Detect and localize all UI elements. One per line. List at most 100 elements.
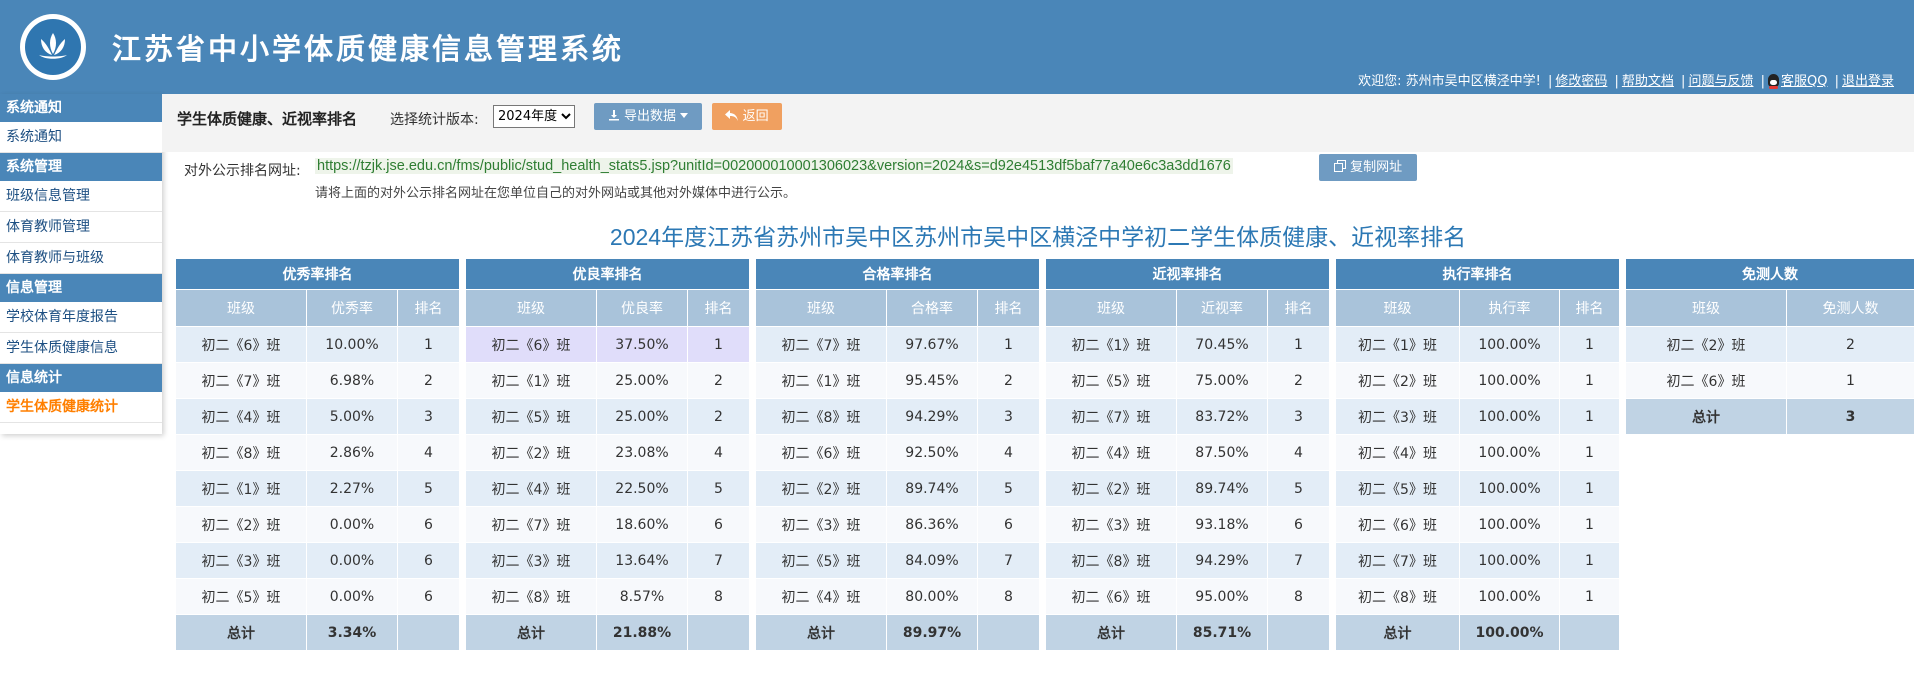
total-empty: [976, 614, 1041, 651]
total-row: 总计 85.71%: [1045, 614, 1331, 651]
table-row: 初二《8》班 8.57% 8: [465, 578, 751, 615]
total-empty: [1266, 614, 1331, 651]
class-cell: 初二《4》班: [175, 398, 307, 435]
total-label: 总计: [1335, 614, 1460, 651]
class-cell: 初二《4》班: [755, 578, 887, 615]
class-cell: 初二《1》班: [755, 362, 887, 399]
rank-cell: 6: [396, 506, 461, 543]
user-bar: 欢迎您: 苏州市吴中区横泾中学! | 修改密码 | 帮助文档 | 问题与反馈 | 客服Q…: [1358, 74, 1894, 89]
table-row: 初二《6》班 10.00% 1: [175, 326, 461, 363]
class-cell: 初二《8》班: [755, 398, 887, 435]
table-row: 初二《7》班 97.67% 1: [755, 326, 1041, 363]
column-header: 班级: [1335, 289, 1460, 327]
table-row: 初二《1》班 25.00% 2: [465, 362, 751, 399]
sidebar-group-system[interactable]: 系统管理: [0, 153, 162, 181]
lotus-logo-icon: [39, 33, 67, 59]
table-row: 初二《3》班 86.36% 6: [755, 506, 1041, 543]
change-password-link[interactable]: 修改密码: [1555, 74, 1607, 89]
rank-cell: 3: [396, 398, 461, 435]
logo: [20, 14, 86, 80]
table-row: 初二《3》班 100.00% 1: [1335, 398, 1621, 435]
rate-cell: 100.00%: [1459, 542, 1560, 579]
sidebar-group-info[interactable]: 信息管理: [0, 274, 162, 302]
logout-link[interactable]: 退出登录: [1842, 74, 1894, 89]
sidebar-item-class-info[interactable]: 班级信息管理: [0, 181, 162, 212]
copy-url-button[interactable]: 复制网址: [1319, 154, 1417, 181]
class-cell: 初二《7》班: [175, 362, 307, 399]
total-empty: [686, 614, 751, 651]
rank-cell: 5: [976, 470, 1041, 507]
qq-penguin-icon[interactable]: [1767, 74, 1779, 89]
table-caption: 优秀率排名: [174, 258, 461, 290]
total-value: 3: [1786, 398, 1914, 435]
column-header: 优秀率: [306, 289, 398, 327]
help-docs-link[interactable]: 帮助文档: [1622, 74, 1674, 89]
back-label: 返回: [742, 109, 769, 124]
column-header: 班级: [1045, 289, 1177, 327]
exempt-count-table: 免测人数 班级 免测人数 初二《2》班 2 初二《6》班 1 总计 3: [1625, 258, 1914, 435]
table-row: 初二《1》班 70.45% 1: [1045, 326, 1331, 363]
back-button[interactable]: 返回: [712, 103, 782, 130]
class-cell: 初二《2》班: [175, 506, 307, 543]
total-row: 总计 100.00%: [1335, 614, 1621, 651]
rate-cell: 37.50%: [596, 326, 688, 363]
sidebar-item-annual-report[interactable]: 学校体育年度报告: [0, 302, 162, 333]
rank-cell: 5: [686, 470, 751, 507]
rank-cell: 1: [1558, 470, 1621, 507]
myopia-rate-table: 近视率排名 班级 近视率 排名 初二《1》班 70.45% 1 初二《5》班 75.0…: [1044, 258, 1331, 651]
rate-cell: 97.67%: [886, 326, 978, 363]
rate-cell: 86.36%: [886, 506, 978, 543]
total-label: 总计: [1625, 398, 1787, 435]
rank-cell: 2: [686, 398, 751, 435]
class-cell: 初二《5》班: [1335, 470, 1460, 507]
table-row: 初二《2》班 100.00% 1: [1335, 362, 1621, 399]
rank-cell: 2: [396, 362, 461, 399]
good-rate-table: 优良率排名 班级 优良率 排名 初二《6》班 37.50% 1 初二《1》班 25.0…: [464, 258, 751, 651]
rate-cell: 0.00%: [306, 542, 398, 579]
total-empty: [396, 614, 461, 651]
feedback-link[interactable]: 问题与反馈: [1688, 74, 1753, 89]
class-cell: 初二《3》班: [1045, 506, 1177, 543]
download-icon: [608, 110, 619, 121]
sidebar-group-stats[interactable]: 信息统计: [0, 364, 162, 392]
rank-cell: 7: [686, 542, 751, 579]
toolbar: 学生体质健康、近视率排名 选择统计版本: 2024年度 导出数据 返回: [162, 94, 1914, 152]
table-row-highlighted[interactable]: 初二《6》班 37.50% 1: [465, 326, 751, 363]
support-qq-link[interactable]: 客服QQ: [1781, 74, 1827, 89]
column-header: 排名: [686, 289, 751, 327]
sidebar-item-health-info[interactable]: 学生体质健康信息: [0, 333, 162, 364]
sidebar-item-teacher-class[interactable]: 体育教师与班级: [0, 243, 162, 274]
count-cell: 1: [1786, 362, 1914, 399]
rate-cell: 13.64%: [596, 542, 688, 579]
column-header: 近视率: [1176, 289, 1268, 327]
rate-cell: 83.72%: [1176, 398, 1268, 435]
rate-cell: 6.98%: [306, 362, 398, 399]
table-row: 初二《2》班 0.00% 6: [175, 506, 461, 543]
rate-cell: 89.74%: [886, 470, 978, 507]
sidebar-item-health-stats[interactable]: 学生体质健康统计: [0, 392, 162, 423]
column-header: 班级: [465, 289, 597, 327]
sidebar-item-notice[interactable]: 系统通知: [0, 122, 162, 153]
total-row: 总计 3.34%: [175, 614, 461, 651]
table-row: 初二《1》班 100.00% 1: [1335, 326, 1621, 363]
rank-cell: 4: [686, 434, 751, 471]
version-select[interactable]: 2024年度: [493, 105, 575, 128]
class-cell: 初二《7》班: [1045, 398, 1177, 435]
column-header: 排名: [1558, 289, 1621, 327]
export-data-button[interactable]: 导出数据: [594, 103, 702, 130]
sidebar-item-pe-teachers[interactable]: 体育教师管理: [0, 212, 162, 243]
class-cell: 初二《6》班: [1045, 578, 1177, 615]
table-row: 初二《4》班 80.00% 8: [755, 578, 1041, 615]
table-row: 初二《8》班 94.29% 7: [1045, 542, 1331, 579]
sidebar-group-notice[interactable]: 系统通知: [0, 94, 162, 122]
class-cell: 初二《2》班: [1625, 326, 1787, 363]
rank-cell: 1: [1558, 506, 1621, 543]
table-row: 初二《4》班 5.00% 3: [175, 398, 461, 435]
table-row: 初二《7》班 100.00% 1: [1335, 542, 1621, 579]
class-cell: 初二《4》班: [465, 470, 597, 507]
main-content: 学生体质健康、近视率排名 选择统计版本: 2024年度 导出数据 返回 对外公示…: [162, 94, 1914, 688]
rank-cell: 2: [1266, 362, 1331, 399]
public-url-text[interactable]: https://tzjk.jse.edu.cn/fms/public/stud_…: [315, 158, 1233, 174]
total-label: 总计: [1045, 614, 1177, 651]
rate-cell: 25.00%: [596, 398, 688, 435]
